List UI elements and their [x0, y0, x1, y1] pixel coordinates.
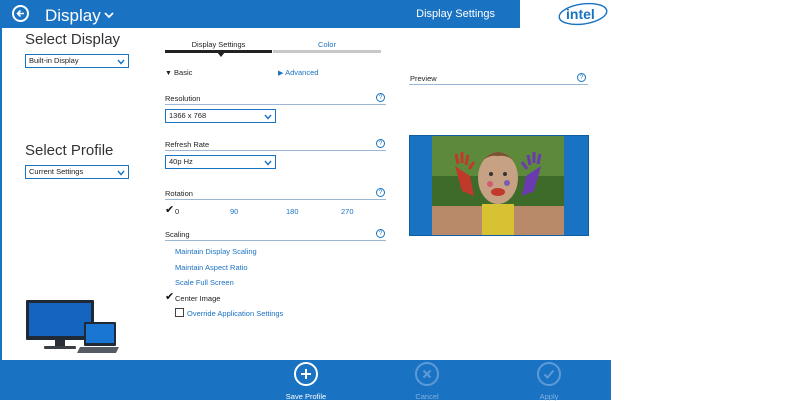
- preview-label: Preview: [410, 74, 437, 83]
- plus-icon: [301, 369, 311, 379]
- apply-button[interactable]: [537, 362, 561, 386]
- scaling-full-screen[interactable]: Scale Full Screen: [175, 278, 234, 287]
- tab-pointer-icon: [217, 52, 225, 57]
- profile-select[interactable]: Current Settings: [25, 165, 129, 179]
- intel-logo: intel: [558, 2, 608, 26]
- monitor-icon: [26, 300, 119, 353]
- rotation-option-90[interactable]: 90: [230, 207, 238, 216]
- back-arrow-icon: [16, 9, 24, 18]
- help-icon[interactable]: ?: [376, 188, 385, 197]
- chevron-down-icon: [104, 3, 114, 25]
- advanced-mode-toggle[interactable]: ▶ Advanced: [278, 68, 318, 77]
- resolution-select[interactable]: 1366 x 768: [165, 109, 276, 123]
- resolution-value: 1366 x 768: [169, 111, 207, 120]
- select-profile-title: Select Profile: [25, 142, 114, 159]
- triangle-down-icon: ▼: [165, 70, 172, 77]
- help-icon[interactable]: ?: [376, 139, 385, 148]
- display-select[interactable]: Built-in Display: [25, 54, 129, 68]
- scaling-label: Scaling: [165, 230, 190, 239]
- help-icon[interactable]: ?: [376, 93, 385, 102]
- advanced-label: Advanced: [285, 68, 319, 77]
- preview-frame: [409, 135, 589, 236]
- select-display-title: Select Display: [25, 31, 121, 48]
- scaling-maintain-aspect[interactable]: Maintain Aspect Ratio: [175, 263, 248, 272]
- divider: [165, 104, 386, 105]
- back-button[interactable]: [12, 5, 29, 22]
- resolution-label: Resolution: [165, 94, 201, 103]
- divider: [165, 240, 386, 241]
- checkmark-icon: ✔: [165, 291, 175, 303]
- left-accent-line: [0, 28, 2, 360]
- checkmark-icon: ✔: [165, 204, 175, 216]
- rotation-option-0[interactable]: 0: [175, 207, 179, 216]
- tab-display-settings[interactable]: Display Settings: [165, 40, 272, 49]
- scaling-center-image[interactable]: Center Image: [175, 294, 220, 303]
- rotation-option-180[interactable]: 180: [286, 207, 299, 216]
- divider: [165, 150, 386, 151]
- chevron-down-icon: [117, 168, 125, 180]
- save-profile-button[interactable]: [294, 362, 318, 386]
- refresh-rate-label: Refresh Rate: [165, 140, 210, 149]
- page-heading: Display Settings: [416, 8, 495, 20]
- profile-select-value: Current Settings: [29, 167, 84, 176]
- basic-label: Basic: [174, 68, 193, 77]
- chevron-down-icon: [264, 158, 272, 170]
- close-icon: [422, 369, 432, 379]
- basic-mode-toggle[interactable]: ▼ Basic: [165, 68, 192, 77]
- help-icon[interactable]: ?: [376, 229, 385, 238]
- divider: [409, 84, 588, 85]
- chevron-down-icon: [117, 57, 125, 69]
- tab-color-underline: [273, 50, 381, 53]
- display-select-value: Built-in Display: [29, 56, 79, 65]
- scaling-maintain-display[interactable]: Maintain Display Scaling: [175, 247, 257, 256]
- app-title: Display: [45, 6, 101, 25]
- intel-logo-text: intel: [566, 6, 595, 22]
- checkmark-icon: [543, 369, 555, 379]
- divider: [165, 199, 386, 200]
- chevron-down-icon: [264, 112, 272, 124]
- triangle-right-icon: ▶: [278, 70, 284, 77]
- display-menu[interactable]: Display: [45, 3, 114, 27]
- override-checkbox[interactable]: [175, 308, 184, 317]
- rotation-label: Rotation: [165, 189, 193, 198]
- rotation-option-270[interactable]: 270: [341, 207, 354, 216]
- tab-color[interactable]: Color: [273, 40, 381, 49]
- refresh-rate-select[interactable]: 40p Hz: [165, 155, 276, 169]
- override-label[interactable]: Override Application Settings: [187, 309, 283, 318]
- help-icon[interactable]: ?: [577, 73, 586, 82]
- preview-image: [432, 136, 564, 235]
- cancel-button[interactable]: [415, 362, 439, 386]
- refresh-rate-value: 40p Hz: [169, 157, 193, 166]
